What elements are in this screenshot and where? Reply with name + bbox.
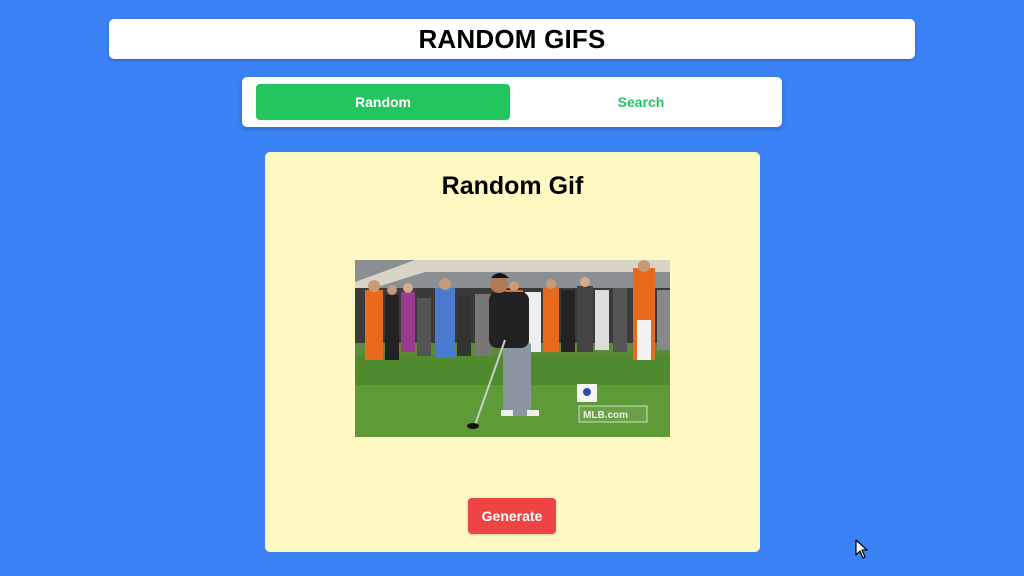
tab-search[interactable]: Search	[514, 84, 768, 120]
card-title: Random Gif	[441, 172, 584, 200]
gif-image: MLB.com	[355, 260, 670, 437]
header-bar: RANDOM GIFS	[109, 19, 915, 59]
tab-random[interactable]: Random	[256, 84, 510, 120]
mouse-cursor-icon	[855, 539, 868, 559]
generate-button[interactable]: Generate	[468, 498, 556, 534]
gif-watermark: MLB.com	[583, 410, 628, 421]
page-title: RANDOM GIFS	[418, 23, 606, 54]
tab-bar: Random Search	[242, 77, 782, 127]
random-gif-card: Random Gif MLB.com Generate	[265, 152, 760, 552]
